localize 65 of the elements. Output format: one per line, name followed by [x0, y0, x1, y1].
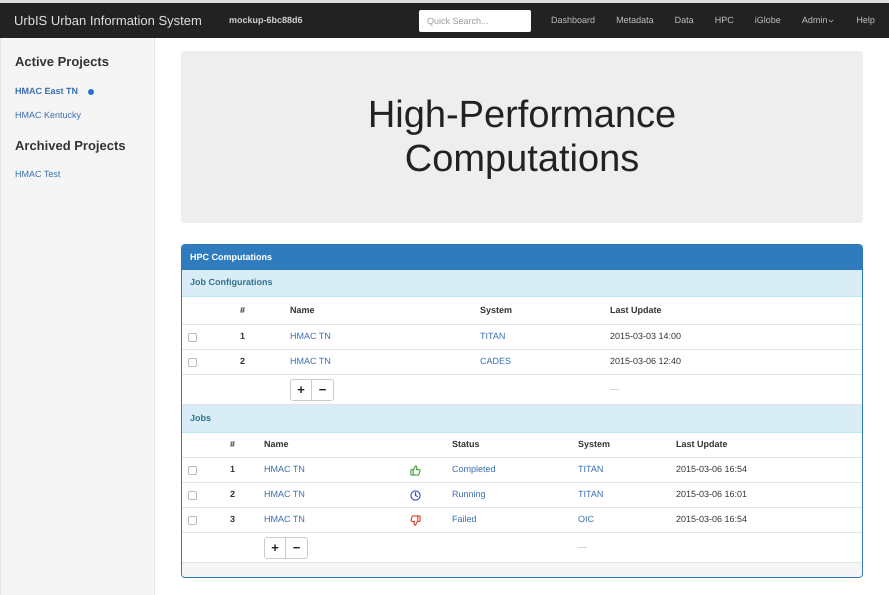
- name-link[interactable]: HMAC TN: [264, 488, 410, 502]
- status-link[interactable]: Running: [452, 488, 578, 502]
- add-button[interactable]: +: [290, 378, 312, 400]
- placeholder-dash: —: [578, 540, 588, 554]
- column-header: Name: [290, 304, 316, 317]
- status-link[interactable]: Completed: [452, 463, 578, 477]
- thumbs-up-icon: [410, 464, 421, 476]
- section-heading: Archived Projects: [15, 136, 127, 155]
- placeholder-dash: —: [610, 382, 620, 396]
- instance-label: mockup-6bc88d6: [229, 14, 304, 27]
- column-header: #: [240, 304, 246, 317]
- column-header: Name: [264, 438, 290, 452]
- column-header: Last Update: [610, 304, 663, 317]
- system-link[interactable]: OIC: [578, 513, 676, 527]
- remove-button[interactable]: −: [286, 536, 308, 558]
- section-heading: Active Projects: [15, 53, 110, 71]
- row-checkbox[interactable]: [188, 332, 197, 342]
- column-header: System: [480, 304, 514, 317]
- nav-link[interactable]: HPC: [714, 14, 734, 28]
- row-number: 2: [230, 488, 236, 502]
- nav-link[interactable]: Metadata: [616, 14, 654, 28]
- date-cell-text: 2015-03-06 16:54: [676, 463, 748, 476]
- clock-icon: [410, 490, 421, 500]
- nav-link[interactable]: Admin: [802, 14, 836, 28]
- hero-title: High-Performance Computations: [366, 93, 678, 181]
- nav-link[interactable]: Data: [674, 14, 694, 28]
- date-cell-text: 2015-03-06 16:01: [676, 488, 748, 502]
- search-field[interactable]: Quick Search...: [419, 10, 531, 32]
- row-number: 3: [230, 513, 236, 526]
- nav-link[interactable]: Dashboard: [551, 14, 596, 28]
- system-link[interactable]: CADES: [480, 355, 610, 369]
- row-checkbox[interactable]: [188, 490, 197, 500]
- column-header: Last Update: [676, 438, 729, 452]
- name-link[interactable]: HMAC TN: [290, 330, 480, 344]
- column-header: System: [578, 438, 612, 452]
- brand-title[interactable]: UrbIS Urban Information System: [14, 10, 229, 30]
- system-link[interactable]: TITAN: [480, 330, 610, 344]
- panel-title: HPC Computations: [182, 245, 862, 270]
- row-number: 1: [230, 463, 236, 476]
- date-cell-text: 2015-03-06 12:40: [610, 355, 682, 368]
- section-header: Jobs: [182, 405, 862, 433]
- row-checkbox[interactable]: [188, 516, 197, 524]
- nav-link[interactable]: iGlobe: [754, 14, 781, 28]
- row-checkbox[interactable]: [188, 358, 197, 366]
- name-link[interactable]: HMAC TN: [264, 513, 410, 527]
- project-link[interactable]: HMAC Kentucky: [15, 108, 82, 122]
- system-link[interactable]: TITAN: [578, 488, 676, 502]
- date-cell-text: 2015-03-06 16:54: [676, 513, 748, 526]
- system-link[interactable]: TITAN: [578, 463, 676, 477]
- column-header: #: [230, 438, 236, 452]
- add-button[interactable]: +: [264, 536, 286, 558]
- status-link[interactable]: Failed: [452, 513, 578, 527]
- row-number: 1: [240, 330, 246, 344]
- project-link[interactable]: HMAC Test: [15, 168, 60, 182]
- column-header: Status: [452, 438, 481, 452]
- date-cell-text: 2015-03-03 14:00: [610, 330, 682, 344]
- nav-link[interactable]: Help: [856, 14, 875, 28]
- name-link[interactable]: HMAC TN: [264, 463, 410, 477]
- row-checkbox[interactable]: [188, 466, 197, 474]
- remove-button[interactable]: −: [312, 378, 334, 400]
- project-link[interactable]: HMAC East TN: [15, 84, 78, 98]
- section-header: Job Configurations: [182, 270, 862, 297]
- thumbs-down-icon: [410, 514, 421, 526]
- row-number: 2: [240, 355, 246, 368]
- name-link[interactable]: HMAC TN: [290, 355, 480, 369]
